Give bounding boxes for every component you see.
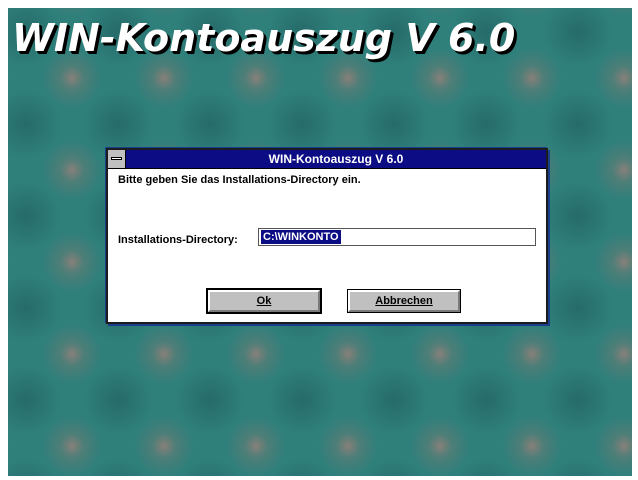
instruction-text: Bitte geben Sie das Installations-Direct… (118, 174, 361, 186)
ok-button[interactable]: Ok (206, 288, 322, 314)
setup-screen: WIN-Kontoauszug V 6.0 WIN-Kontoauszug V … (8, 8, 632, 476)
directory-input-value: C:\WINKONTO (261, 230, 341, 244)
directory-label: Installations-Directory: (118, 234, 238, 246)
dialog-titlebar[interactable]: WIN-Kontoauszug V 6.0 (108, 150, 546, 169)
system-menu-icon[interactable] (108, 150, 126, 168)
directory-input[interactable]: C:\WINKONTO (258, 228, 536, 246)
cancel-button[interactable]: Abbrechen (347, 289, 461, 313)
install-dialog: WIN-Kontoauszug V 6.0 Bitte geben Sie da… (106, 148, 548, 324)
dialog-title: WIN-Kontoauszug V 6.0 (268, 152, 404, 166)
setup-title: WIN-Kontoauszug V 6.0 (12, 16, 516, 60)
